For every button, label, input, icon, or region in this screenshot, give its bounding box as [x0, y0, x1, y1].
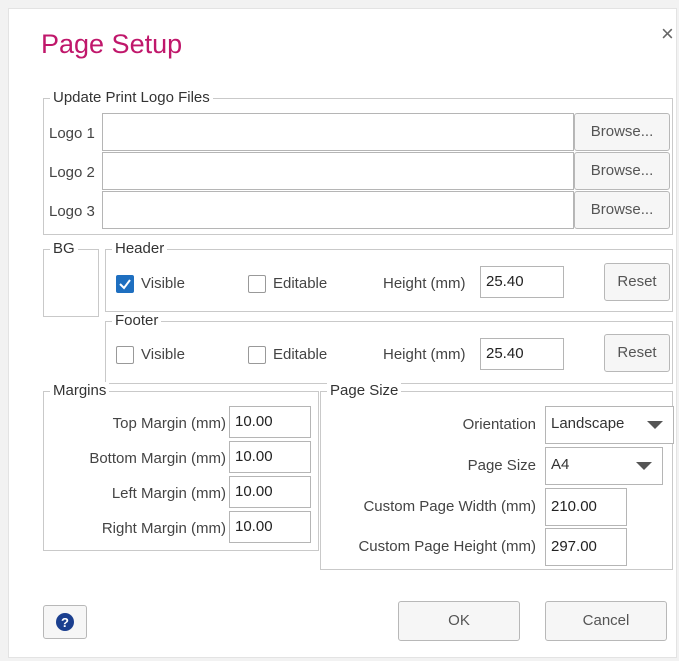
left-margin-label: Left Margin (mm) — [111, 485, 226, 502]
header-height-label: Height (mm) — [383, 275, 466, 292]
logo-3-browse-button[interactable]: Browse... — [574, 191, 670, 229]
logo-3-label: Logo 3 — [49, 203, 95, 220]
custom-height-label: Custom Page Height (mm) — [358, 538, 536, 555]
logo-files-group: Update Print Logo Files Logo 1 Browse...… — [43, 89, 673, 235]
header-editable-checkbox[interactable] — [248, 275, 266, 293]
footer-visible-checkbox[interactable] — [116, 346, 134, 364]
chevron-down-icon — [636, 462, 652, 470]
page-size-legend: Page Size — [327, 382, 402, 399]
footer-legend: Footer — [112, 312, 162, 329]
footer-editable-checkbox[interactable] — [248, 346, 266, 364]
cancel-button[interactable]: Cancel — [545, 601, 667, 641]
logo-3-path-input[interactable] — [102, 191, 574, 229]
logo-1-path-input[interactable] — [102, 113, 574, 151]
margins-group: Margins Top Margin (mm) 10.00 Bottom Mar… — [43, 382, 319, 551]
ok-button[interactable]: OK — [398, 601, 520, 641]
bottom-margin-label: Bottom Margin (mm) — [89, 450, 226, 467]
logo-2-browse-button[interactable]: Browse... — [574, 152, 670, 190]
footer-visible-label: Visible — [141, 346, 185, 363]
dialog-title: Page Setup — [41, 29, 183, 59]
bg-legend: BG — [50, 240, 78, 257]
question-circle-icon: ? — [56, 613, 74, 631]
page-size-label: Page Size — [467, 457, 536, 474]
logo-2-label: Logo 2 — [49, 164, 95, 181]
orientation-select[interactable]: Landscape — [545, 406, 674, 444]
top-margin-label: Top Margin (mm) — [112, 415, 226, 432]
custom-width-label: Custom Page Width (mm) — [363, 498, 536, 515]
page-size-value: A4 — [551, 456, 570, 473]
footer-editable-label: Editable — [273, 346, 328, 363]
page-size-select[interactable]: A4 — [545, 447, 663, 485]
footer-height-input[interactable]: 25.40 — [480, 338, 564, 370]
help-button[interactable]: ? — [43, 605, 87, 639]
chevron-down-icon — [647, 421, 663, 429]
footer-group: Footer Visible Editable Height (mm) 25.4… — [105, 312, 673, 384]
header-legend: Header — [112, 240, 168, 257]
bottom-margin-input[interactable]: 10.00 — [229, 441, 311, 473]
header-visible-checkbox[interactable] — [116, 275, 134, 293]
header-height-input[interactable]: 25.40 — [480, 266, 564, 298]
logo-1-label: Logo 1 — [49, 125, 95, 142]
logo-files-legend: Update Print Logo Files — [50, 89, 213, 106]
header-reset-button[interactable]: Reset — [604, 263, 670, 301]
footer-height-label: Height (mm) — [383, 346, 466, 363]
left-margin-input[interactable]: 10.00 — [229, 476, 311, 508]
bg-group: BG — [43, 240, 99, 317]
svg-text:?: ? — [61, 615, 69, 630]
orientation-value: Landscape — [551, 415, 625, 432]
header-visible-label: Visible — [141, 275, 185, 292]
logo-2-path-input[interactable] — [102, 152, 574, 190]
margins-legend: Margins — [50, 382, 110, 399]
orientation-label: Orientation — [462, 416, 536, 433]
page-size-group: Page Size Orientation Landscape Page Siz… — [320, 382, 674, 570]
page-setup-dialog: Page Setup × Update Print Logo Files Log… — [8, 8, 677, 658]
right-margin-label: Right Margin (mm) — [101, 520, 226, 537]
custom-height-input[interactable]: 297.00 — [545, 528, 627, 566]
header-editable-label: Editable — [273, 275, 328, 292]
header-group: Header Visible Editable Height (mm) 25.4… — [105, 240, 673, 312]
footer-reset-button[interactable]: Reset — [604, 334, 670, 372]
logo-1-browse-button[interactable]: Browse... — [574, 113, 670, 151]
top-margin-input[interactable]: 10.00 — [229, 406, 311, 438]
custom-width-input[interactable]: 210.00 — [545, 488, 627, 526]
close-icon[interactable]: × — [661, 23, 674, 45]
right-margin-input[interactable]: 10.00 — [229, 511, 311, 543]
checkmark-icon — [119, 279, 131, 290]
